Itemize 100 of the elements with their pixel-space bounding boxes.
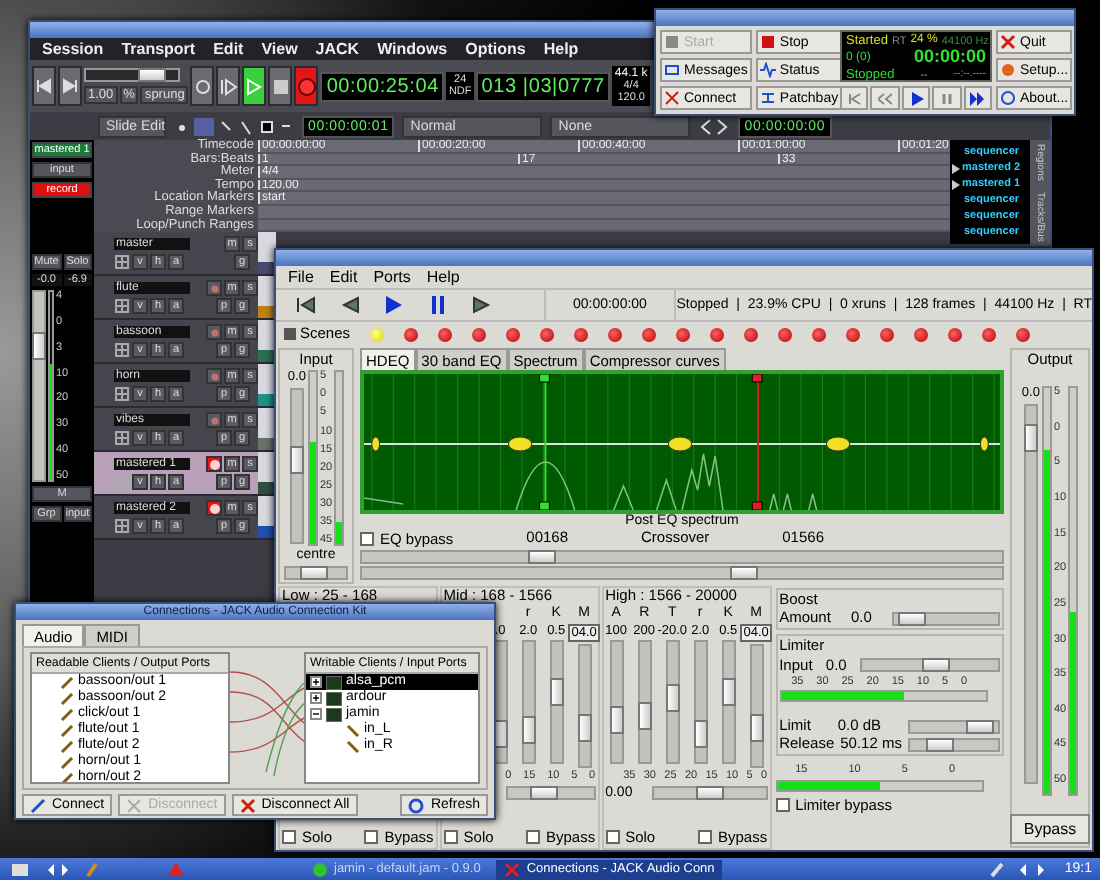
vertical-fader[interactable] (749, 643, 764, 768)
menu-item[interactable]: Edit (329, 268, 358, 286)
play-button[interactable] (242, 66, 267, 106)
band-gain-slider[interactable] (505, 786, 596, 801)
slider-thumb[interactable] (300, 565, 329, 580)
record-button[interactable] (294, 66, 319, 106)
pause-icon[interactable] (428, 296, 448, 314)
menu-item[interactable]: Session (42, 40, 104, 58)
bypass-button[interactable]: Bypass (1009, 814, 1091, 844)
grid-icon[interactable] (114, 254, 130, 271)
pan-slider[interactable] (284, 565, 348, 580)
scene-button[interactable] (1016, 327, 1031, 341)
slider-thumb[interactable] (695, 786, 724, 801)
scene-button[interactable] (642, 327, 657, 341)
menu-item[interactable]: View (261, 40, 298, 58)
fader-thumb[interactable] (693, 719, 708, 748)
vertical-fader[interactable] (289, 388, 304, 545)
scene-button[interactable] (438, 327, 453, 341)
boost-slider[interactable] (891, 611, 1000, 626)
menu-item[interactable]: File (288, 268, 314, 286)
play-icon[interactable] (384, 296, 404, 314)
fader-thumb[interactable] (609, 706, 624, 735)
scene-button[interactable] (744, 327, 759, 341)
fader-thumb[interactable] (1023, 423, 1038, 452)
slider-thumb[interactable] (926, 737, 955, 752)
skip-start-icon[interactable] (32, 66, 56, 106)
play-range-icon[interactable] (216, 66, 241, 106)
scene-button[interactable] (846, 327, 861, 341)
vertical-fader[interactable] (549, 639, 564, 764)
crossover-slider[interactable] (360, 550, 1004, 564)
menu-item[interactable]: JACK (315, 40, 360, 58)
fader-thumb[interactable] (637, 701, 652, 730)
expand-icon[interactable] (310, 692, 322, 704)
menu-item[interactable]: Options (465, 40, 526, 58)
rewind-icon[interactable] (340, 296, 360, 314)
scene-button[interactable] (472, 327, 487, 341)
record-arm-button[interactable] (206, 456, 222, 473)
region-block[interactable] (258, 232, 276, 275)
fast-forward-icon[interactable] (963, 86, 993, 110)
scene-button[interactable] (676, 327, 691, 341)
slider-thumb[interactable] (137, 68, 166, 82)
scene-button[interactable] (608, 327, 623, 341)
vertical-fader[interactable] (1023, 404, 1038, 785)
fader-thumb[interactable] (749, 714, 764, 743)
vertical-fader[interactable] (693, 639, 708, 764)
limiter-input-slider[interactable] (859, 658, 1000, 673)
menu-item[interactable]: Edit (213, 40, 244, 58)
transport-start-icon[interactable] (296, 296, 316, 314)
vertical-fader[interactable] (521, 639, 536, 764)
grid-icon[interactable] (114, 430, 130, 447)
menu-item[interactable]: Ports (373, 268, 411, 286)
grid-icon[interactable] (114, 518, 130, 535)
scene-button[interactable] (506, 327, 521, 341)
menu-item[interactable]: Transport (121, 40, 196, 58)
grid-icon[interactable] (114, 298, 130, 315)
fader-thumb[interactable] (289, 446, 304, 475)
release-slider[interactable] (907, 737, 1000, 752)
scene-button[interactable] (982, 327, 997, 341)
scene-button[interactable] (778, 327, 793, 341)
nudge-arrows-icon[interactable] (698, 117, 731, 135)
expand-icon[interactable] (310, 676, 322, 688)
limit-slider[interactable] (907, 719, 1000, 734)
vertical-fader[interactable] (637, 639, 652, 764)
slider-thumb[interactable] (530, 786, 559, 801)
scene-button[interactable] (880, 327, 895, 341)
scene-button[interactable] (710, 327, 725, 341)
slider-thumb[interactable] (729, 566, 758, 580)
shuttle-slider[interactable] (84, 68, 180, 82)
grid-icon[interactable] (114, 342, 130, 359)
record-arm-button[interactable] (206, 500, 222, 517)
edit-tools-icon[interactable] (174, 117, 294, 135)
vertical-fader[interactable] (577, 643, 592, 768)
scene-button[interactable] (404, 327, 419, 341)
forward-icon[interactable] (472, 296, 492, 314)
crossover-slider[interactable] (360, 566, 1004, 580)
scene-button[interactable] (914, 327, 929, 341)
vertical-fader[interactable] (721, 639, 736, 764)
fader-thumb[interactable] (721, 678, 736, 707)
slider-thumb[interactable] (897, 611, 926, 626)
scene-button[interactable] (574, 327, 589, 341)
grid-icon[interactable] (114, 386, 130, 403)
slider-thumb[interactable] (921, 658, 950, 673)
loop-icon[interactable] (190, 66, 215, 106)
scene-button[interactable] (948, 327, 963, 341)
fader-thumb[interactable] (577, 714, 592, 743)
slider-thumb[interactable] (527, 550, 556, 564)
play-icon[interactable] (901, 86, 931, 110)
vertical-fader[interactable] (32, 290, 46, 482)
fader-thumb[interactable] (665, 683, 680, 712)
band-gain-slider[interactable] (651, 786, 768, 801)
menu-item[interactable]: Windows (377, 40, 448, 58)
skip-end-icon[interactable] (58, 66, 82, 106)
menu-item[interactable]: Help (426, 268, 460, 286)
fader-thumb[interactable] (32, 332, 46, 360)
vertical-fader[interactable] (609, 639, 624, 764)
stop-button[interactable] (268, 66, 293, 106)
fader-thumb[interactable] (549, 678, 564, 707)
slider-thumb[interactable] (965, 719, 994, 734)
fader-thumb[interactable] (521, 715, 536, 744)
collapse-icon[interactable] (310, 708, 322, 720)
